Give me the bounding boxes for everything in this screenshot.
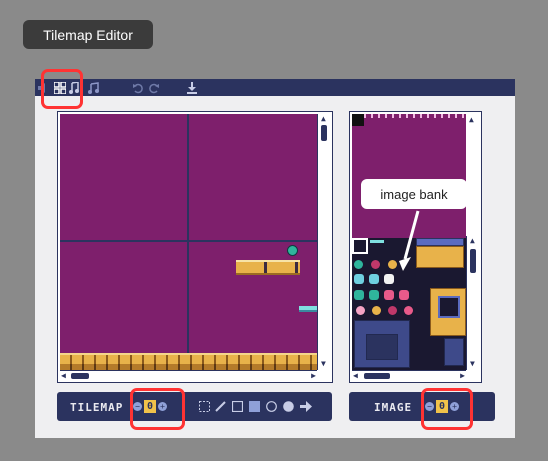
character-sprite	[399, 290, 409, 300]
redo-icon[interactable]	[146, 80, 161, 95]
tilemap-number-control: − 0 +	[133, 400, 167, 413]
scroll-up-icon[interactable]: ▲	[469, 116, 474, 124]
scroll-thumb[interactable]	[470, 249, 476, 273]
tilemap-label: TILEMAP	[70, 401, 124, 414]
undo-icon[interactable]	[130, 80, 145, 95]
editor-window: ▲ ▼ ◀ ▶ ▲ ▼ ▲ ◀ ▶ image bank TILEMAP − 0…	[35, 69, 515, 438]
music-note-icon[interactable]	[66, 80, 81, 95]
image-bank-scroll-up[interactable]: ▲	[466, 114, 478, 126]
music-icon[interactable]	[85, 80, 100, 95]
character-sprite	[354, 274, 364, 284]
circle-tool-icon[interactable]	[265, 400, 277, 412]
scroll-thumb[interactable]	[321, 125, 327, 141]
filled-rectangle-tool-icon[interactable]	[248, 400, 260, 412]
rectangle-tool-icon[interactable]	[231, 400, 243, 412]
tilemap-bar: TILEMAP − 0 +	[57, 392, 332, 421]
scroll-down-icon[interactable]: ▼	[470, 360, 475, 368]
orb-sprite	[371, 260, 380, 269]
image-bank-tiles	[352, 238, 466, 370]
character-sprite	[369, 274, 379, 284]
floor-row	[60, 353, 317, 364]
flower-sprite	[372, 306, 381, 315]
select-tool-icon[interactable]	[198, 400, 210, 412]
filled-circle-tool-icon[interactable]	[282, 400, 294, 412]
sound-icon[interactable]	[35, 80, 50, 95]
decrement-button[interactable]: −	[133, 402, 142, 411]
scroll-right-icon[interactable]: ▶	[311, 372, 316, 380]
flower-sprite	[356, 306, 365, 315]
increment-button[interactable]: +	[450, 402, 459, 411]
grid-line-vertical	[187, 114, 189, 370]
grid-line-horizontal	[60, 240, 317, 242]
image-number-control: − 0 +	[425, 400, 459, 413]
flower-sprite	[404, 306, 413, 315]
scroll-thumb[interactable]	[71, 373, 89, 379]
scroll-up-icon[interactable]: ▲	[470, 237, 475, 245]
platform-tile	[236, 260, 300, 275]
image-bank-panel: ▲ ▼ ▲ ◀ ▶	[349, 111, 482, 383]
image-bar: IMAGE − 0 +	[349, 392, 495, 421]
scroll-left-icon[interactable]: ◀	[61, 372, 66, 380]
fill-tool-icon[interactable]	[300, 400, 312, 412]
toolbar	[35, 79, 515, 96]
image-label: IMAGE	[374, 401, 413, 414]
scroll-up-icon[interactable]: ▲	[321, 115, 326, 123]
image-bank-canvas[interactable]	[352, 114, 466, 370]
door-tile	[438, 296, 460, 318]
character-sprite	[384, 274, 394, 284]
pencil-tool-icon[interactable]	[214, 400, 226, 412]
increment-button[interactable]: +	[158, 402, 167, 411]
gold-tile	[416, 246, 464, 268]
tilemap-panel: ▲ ▼ ◀ ▶	[57, 111, 333, 383]
tilemap-number[interactable]: 0	[144, 400, 156, 413]
pillar-tile	[444, 338, 464, 366]
character-sprite	[369, 290, 379, 300]
spring-tile	[299, 306, 317, 312]
tilemap-canvas[interactable]	[60, 114, 317, 370]
stone-arch-tile	[366, 334, 398, 360]
flower-sprite	[388, 306, 397, 315]
decrement-button[interactable]: −	[425, 402, 434, 411]
character-sprite	[384, 290, 394, 300]
scroll-thumb[interactable]	[364, 373, 390, 379]
image-bank-vertical-scrollbar[interactable]: ▲ ▼	[466, 236, 479, 370]
selection-cursor	[352, 238, 368, 254]
spring-sprite	[370, 240, 384, 243]
scroll-left-icon[interactable]: ◀	[353, 372, 358, 380]
character-sprite	[354, 290, 364, 300]
blue-tile	[416, 238, 464, 246]
orb-tile	[287, 245, 298, 256]
orb-sprite	[354, 260, 363, 269]
download-icon[interactable]	[184, 80, 199, 95]
scroll-right-icon[interactable]: ▶	[460, 372, 465, 380]
scroll-down-icon[interactable]: ▼	[321, 360, 326, 368]
image-bank-swatch	[352, 114, 364, 126]
tilemap-icon[interactable]	[52, 80, 67, 95]
image-bank-callout: image bank	[361, 179, 467, 209]
orb-sprite	[388, 260, 397, 269]
image-bank-dots	[364, 114, 466, 118]
image-bank-horizontal-scrollbar[interactable]: ◀ ▶	[352, 370, 466, 382]
image-number[interactable]: 0	[436, 400, 448, 413]
tilemap-horizontal-scrollbar[interactable]: ◀ ▶	[60, 370, 317, 382]
tilemap-vertical-scrollbar[interactable]: ▲ ▼	[317, 114, 330, 370]
tooltip: Tilemap Editor	[23, 20, 153, 49]
